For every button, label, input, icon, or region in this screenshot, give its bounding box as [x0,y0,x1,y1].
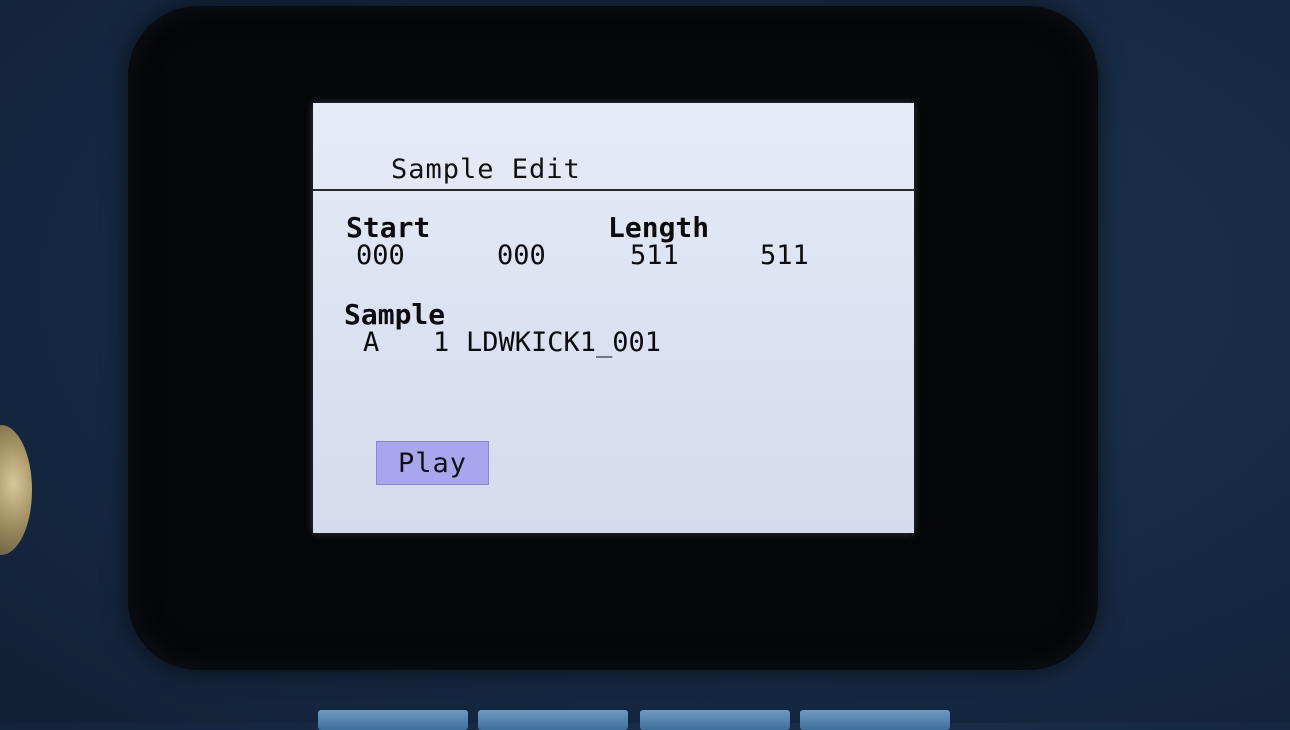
title-bar: Sample Edit [313,103,914,191]
sample-number[interactable]: 1 [433,327,449,358]
sample-label: Sample [344,298,446,331]
start-value-1[interactable]: 000 [356,240,405,271]
rotary-knob[interactable] [0,425,32,555]
sample-name[interactable]: LDWKICK1_001 [466,327,661,358]
hardware-button-4[interactable] [800,710,950,730]
play-button[interactable]: Play [376,441,489,485]
length-value-1[interactable]: 511 [630,240,679,271]
lcd-screen: Sample Edit Start 000 000 Length 511 511… [313,103,914,533]
hardware-button-1[interactable] [318,710,468,730]
length-value-2[interactable]: 511 [760,240,809,271]
page-title: Sample Edit [391,154,581,185]
hardware-button-2[interactable] [478,710,628,730]
hardware-button-3[interactable] [640,710,790,730]
start-value-2[interactable]: 000 [497,240,546,271]
sample-bank[interactable]: A [363,327,379,358]
